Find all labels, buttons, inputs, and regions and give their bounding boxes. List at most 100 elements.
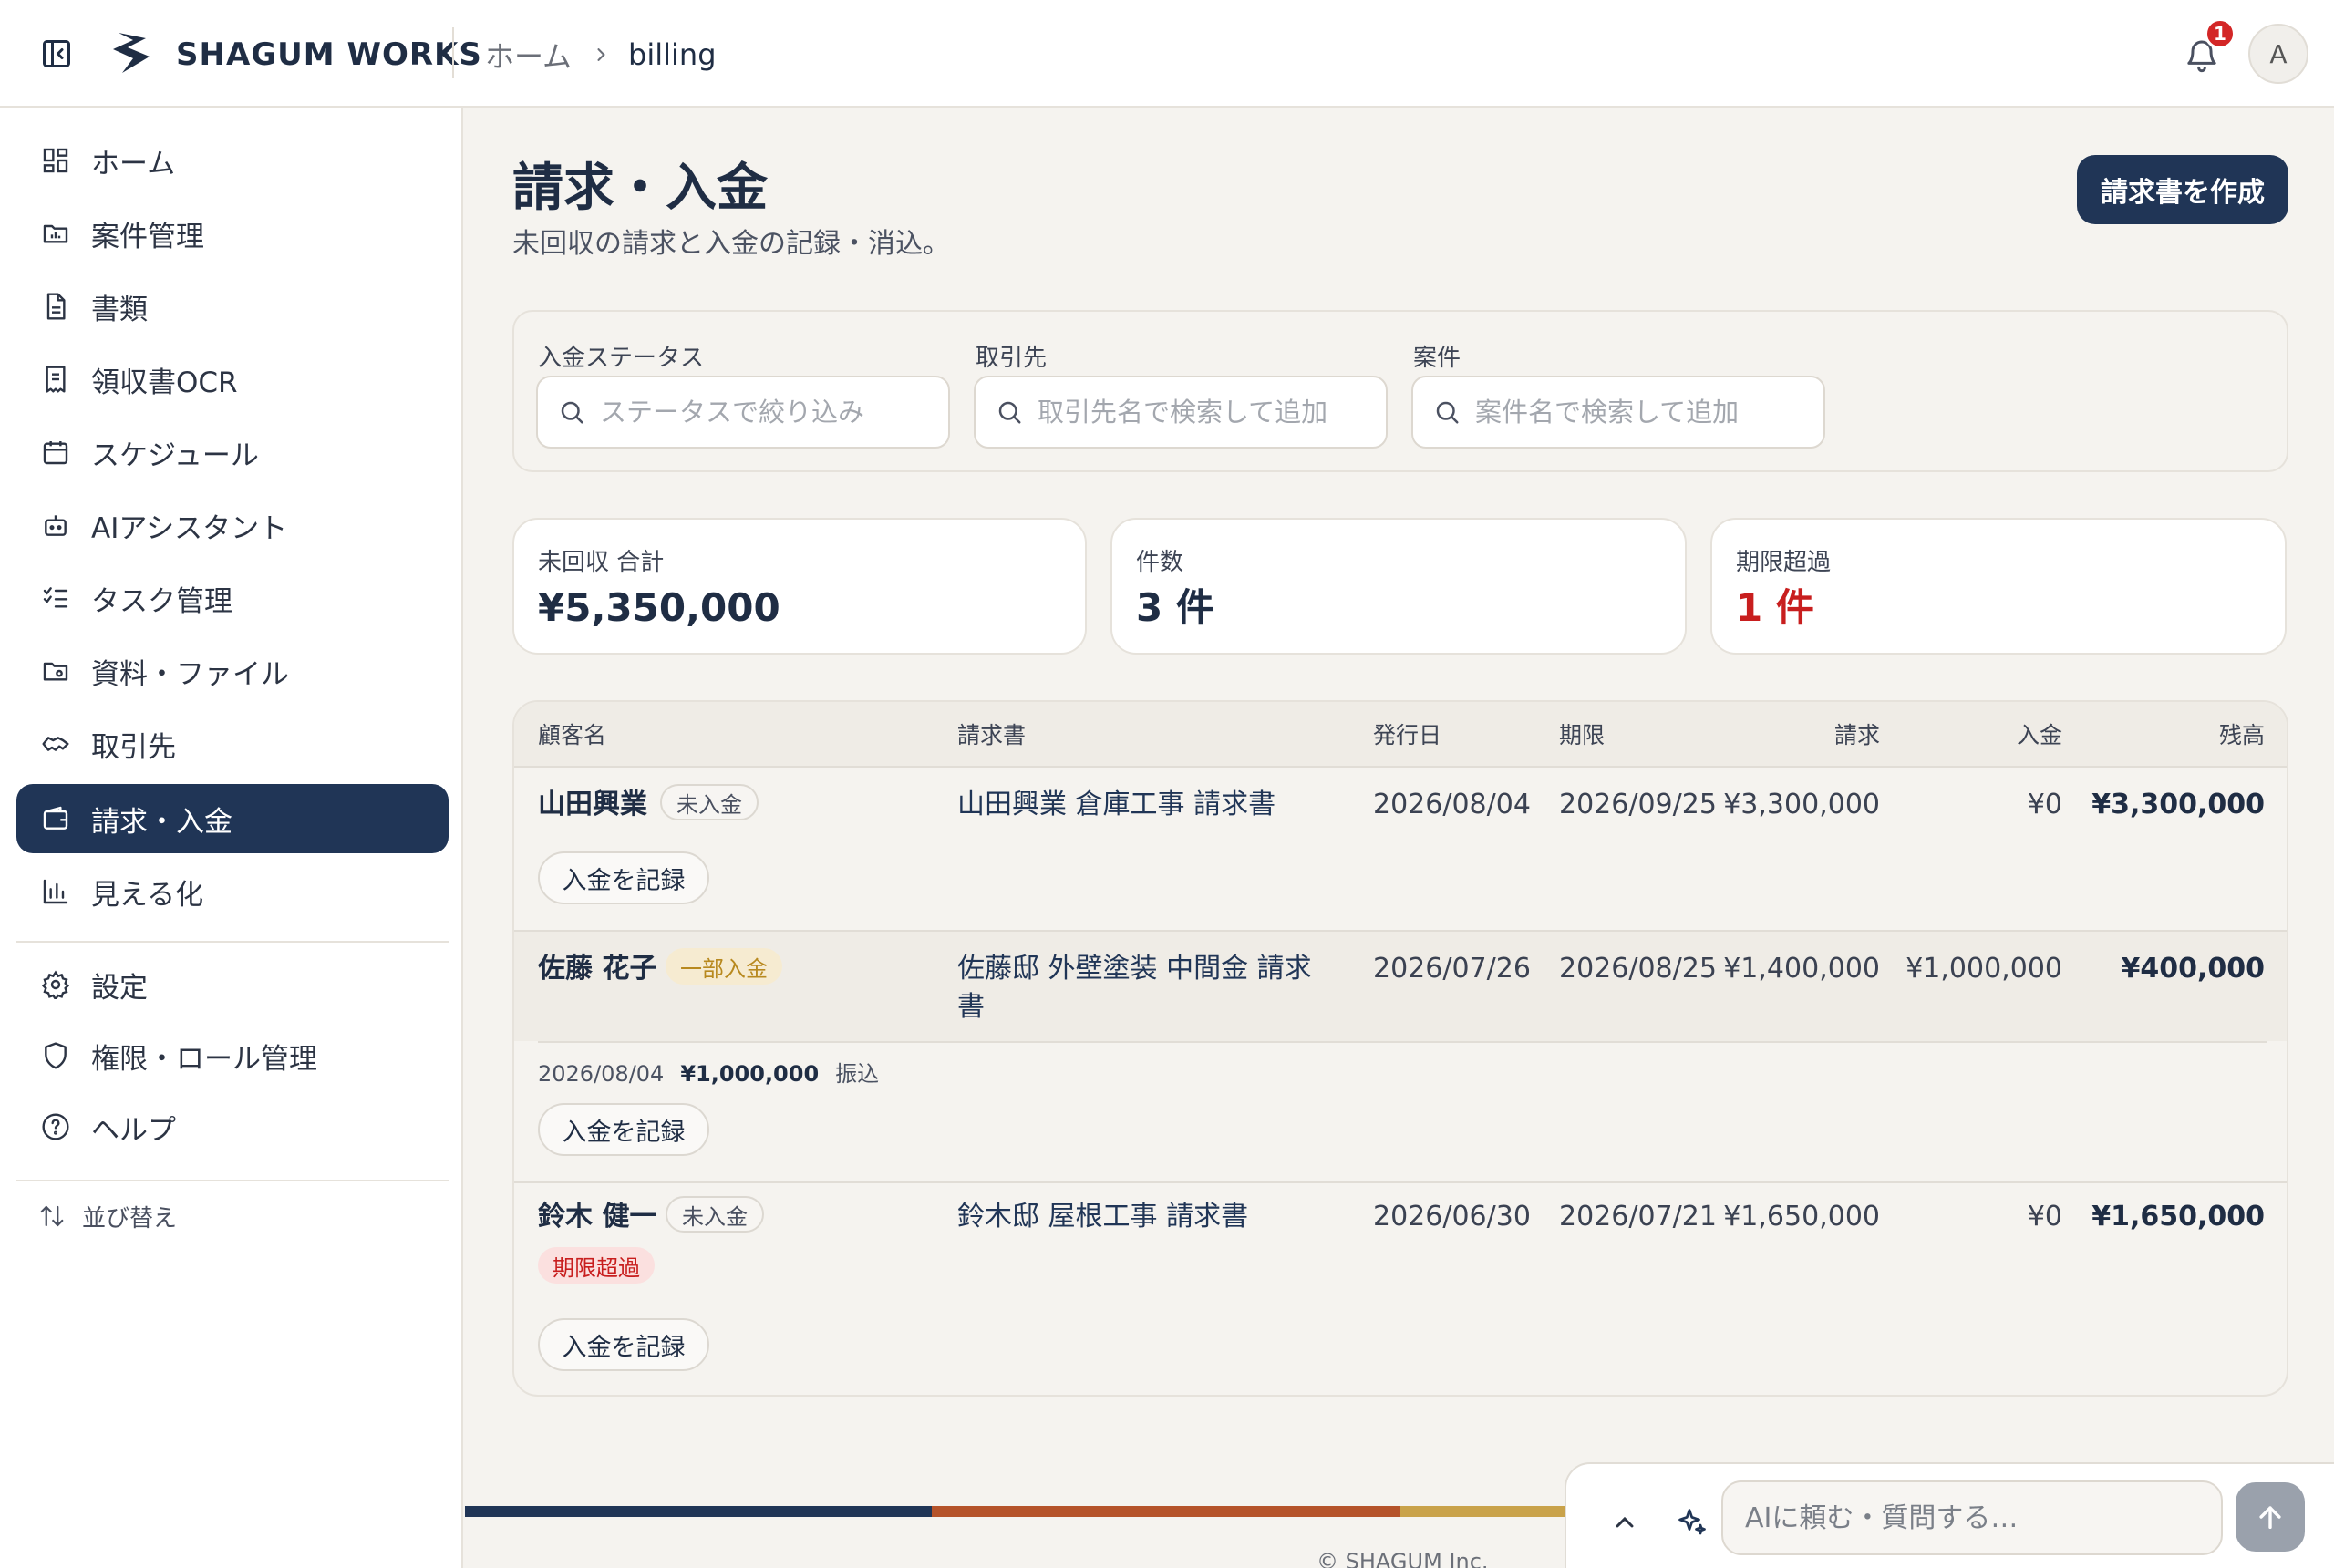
breadcrumb-home[interactable]: ホーム xyxy=(485,34,572,76)
record-payment-button[interactable]: 入金を記録 xyxy=(538,851,709,904)
sidebar-toggle-icon[interactable] xyxy=(36,34,77,74)
sidebar-item-projects[interactable]: 案件管理 xyxy=(16,199,449,268)
stat-label: 未回収 合計 xyxy=(538,549,665,576)
sidebar-item-label: 見える化 xyxy=(91,878,204,912)
sidebar-item-help[interactable]: ヘルプ xyxy=(16,1092,449,1161)
issued-date: 2026/07/26 xyxy=(1373,953,1531,985)
bar-chart-icon xyxy=(38,874,73,909)
folder-file-icon xyxy=(38,654,73,688)
avatar[interactable]: A xyxy=(2248,24,2308,84)
sidebar-item-label: 設定 xyxy=(91,971,148,1005)
brand-logo-icon[interactable] xyxy=(106,29,159,77)
balance-amount: ¥1,650,000 xyxy=(2091,1201,2265,1233)
balance-amount: ¥400,000 xyxy=(2121,953,2265,985)
notification-badge: 1 xyxy=(2205,18,2236,49)
footer-color-bar-navy xyxy=(465,1506,932,1517)
customer-name: 佐藤 花子 xyxy=(538,953,657,985)
invoice-link[interactable]: 山田興業 倉庫工事 請求書 xyxy=(957,786,1322,824)
sort-arrows-icon xyxy=(36,1201,67,1232)
status-badge: 未入金 xyxy=(666,1196,764,1233)
sidebar-item-permissions[interactable]: 権限・ロール管理 xyxy=(16,1021,449,1090)
column-header: 入金 xyxy=(2016,722,2062,748)
issued-date: 2026/08/04 xyxy=(1373,789,1531,820)
billed-amount: ¥1,650,000 xyxy=(1723,1201,1880,1233)
sidebar-item-label: AIアシスタント xyxy=(91,511,288,545)
ai-assistant-bar xyxy=(1565,1462,2334,1568)
sidebar-item-ai-assistant[interactable]: AIアシスタント xyxy=(16,490,449,560)
page-subtitle: 未回収の請求と入金の記録・消込。 xyxy=(512,228,950,260)
calendar-icon xyxy=(38,435,73,469)
client-filter-label: 取引先 xyxy=(976,345,1048,372)
chevron-up-icon[interactable] xyxy=(1606,1504,1643,1541)
project-filter[interactable] xyxy=(1411,376,1825,449)
sidebar-item-label: ホーム xyxy=(91,147,176,181)
payment-method: 振込 xyxy=(835,1061,880,1087)
breadcrumb-current: billing xyxy=(628,37,717,72)
chevron-right-icon xyxy=(592,46,610,64)
column-header: 残高 xyxy=(2218,722,2265,748)
invoice-link[interactable]: 鈴木邸 屋根工事 請求書 xyxy=(957,1198,1322,1236)
sidebar-item-schedule[interactable]: スケジュール xyxy=(16,418,449,487)
sidebar-item-label: スケジュール xyxy=(91,438,259,472)
search-icon xyxy=(556,397,587,428)
sidebar-item-receipt-ocr[interactable]: 領収書OCR xyxy=(16,345,449,414)
status-filter[interactable] xyxy=(536,376,950,449)
send-arrow-icon[interactable] xyxy=(2236,1482,2305,1552)
project-filter-input[interactable] xyxy=(1475,397,1822,428)
search-icon xyxy=(994,397,1025,428)
project-filter-label: 案件 xyxy=(1413,345,1461,372)
footer-color-bar-rust xyxy=(932,1506,1400,1517)
stat-label: 期限超過 xyxy=(1736,549,1832,576)
help-circle-icon xyxy=(38,1109,73,1144)
robot-icon xyxy=(38,508,73,542)
sidebar-item-label: 請求・入金 xyxy=(91,805,232,839)
overdue-badge: 期限超過 xyxy=(538,1247,655,1284)
ai-prompt-field[interactable] xyxy=(1721,1480,2223,1555)
ai-prompt-input[interactable] xyxy=(1745,1501,2201,1534)
invoice-link[interactable]: 佐藤邸 外壁塗装 中間金 請求書 xyxy=(957,950,1322,1026)
status-badge: 一部入金 xyxy=(666,948,782,985)
column-header: 顧客名 xyxy=(538,722,607,748)
breadcrumb: ホーム billing xyxy=(485,33,717,77)
status-badge: 未入金 xyxy=(660,784,759,820)
due-date: 2026/09/25 xyxy=(1559,789,1717,820)
customer-name: 鈴木 健一 xyxy=(538,1201,657,1233)
wallet-icon xyxy=(38,801,73,836)
record-payment-button[interactable]: 入金を記録 xyxy=(538,1318,709,1371)
stat-value: 1 件 xyxy=(1736,585,1814,630)
client-filter-input[interactable] xyxy=(1038,397,1384,428)
sidebar-item-clients[interactable]: 取引先 xyxy=(16,709,449,779)
create-invoice-button[interactable]: 請求書を作成 xyxy=(2077,155,2288,224)
sidebar-item-label: 書類 xyxy=(91,293,148,326)
gear-icon xyxy=(38,967,73,1002)
receipt-icon xyxy=(38,362,73,397)
sidebar-item-home[interactable]: ホーム xyxy=(16,126,449,195)
customer-name: 山田興業 xyxy=(538,789,647,820)
sidebar-item-settings[interactable]: 設定 xyxy=(16,950,449,1019)
filter-panel: 入金ステータス 取引先 案件 xyxy=(512,310,2288,472)
shield-icon xyxy=(38,1038,73,1073)
status-filter-input[interactable] xyxy=(600,397,946,428)
issued-date: 2026/06/30 xyxy=(1373,1201,1531,1233)
sidebar-item-label: タスク管理 xyxy=(91,584,232,618)
sidebar-item-files[interactable]: 資料・ファイル xyxy=(16,636,449,706)
stat-card-overdue: 期限超過 1 件 xyxy=(1710,518,2287,655)
billed-amount: ¥3,300,000 xyxy=(1723,789,1880,820)
client-filter[interactable] xyxy=(974,376,1388,449)
stat-label: 件数 xyxy=(1136,549,1184,576)
sidebar-item-billing[interactable]: 請求・入金 xyxy=(16,784,449,853)
record-payment-button[interactable]: 入金を記録 xyxy=(538,1103,709,1156)
sidebar-item-label: 取引先 xyxy=(91,730,176,764)
sidebar-divider xyxy=(16,1180,449,1181)
sidebar-item-documents[interactable]: 書類 xyxy=(16,272,449,341)
checklist-icon xyxy=(38,581,73,615)
sidebar-item-analytics[interactable]: 見える化 xyxy=(16,857,449,926)
page-title: 請求・入金 xyxy=(512,159,768,218)
brand-name[interactable]: SHAGUM WORKS xyxy=(176,33,482,77)
sidebar-item-tasks[interactable]: タスク管理 xyxy=(16,563,449,633)
sort-toggle[interactable]: 並び替え xyxy=(36,1196,177,1236)
sidebar-item-label: 資料・ファイル xyxy=(91,657,289,691)
balance-amount: ¥3,300,000 xyxy=(2091,789,2265,820)
table-header: 顧客名 請求書 発行日 期限 請求 入金 残高 xyxy=(514,702,2287,768)
billed-amount: ¥1,400,000 xyxy=(1723,953,1880,985)
